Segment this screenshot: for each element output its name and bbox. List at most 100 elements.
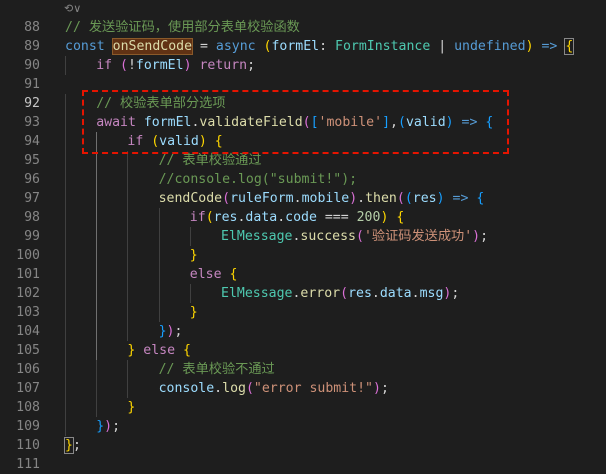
code-line[interactable]: 109}); <box>0 417 606 436</box>
code-token: { <box>396 210 405 225</box>
code-line[interactable]: 111 <box>0 455 606 474</box>
code-token: res <box>412 191 437 206</box>
line-number: 98 <box>24 210 40 225</box>
code-token: } <box>96 419 105 434</box>
code-line[interactable]: 108} <box>0 398 606 417</box>
code-token: ) <box>104 419 113 434</box>
code-line[interactable]: 107 console.log("error submit!"); <box>0 379 606 398</box>
code-token: data <box>379 286 412 301</box>
line-number: 103 <box>16 305 40 320</box>
code-text[interactable]: ElMessage.error(res.data.msg); <box>221 284 459 303</box>
code-line[interactable]: 89 const onSendCode = async (formEl: Form… <box>0 37 606 56</box>
code-token: } <box>189 305 198 320</box>
code-text[interactable]: console.log("error submit!"); <box>159 379 389 398</box>
code-text[interactable]: if(res.data.code === 200) { <box>190 208 405 227</box>
code-token: . <box>214 381 223 396</box>
code-line[interactable]: 103} <box>0 303 606 322</box>
indent-guide <box>65 246 66 265</box>
code-line[interactable]: 99 ElMessage.success('验证码发送成功'); <box>0 227 606 246</box>
line-number: 106 <box>16 362 40 377</box>
code-line[interactable]: 105} else { <box>0 341 606 360</box>
code-token: ; <box>380 381 389 396</box>
code-token: formEl <box>135 58 184 73</box>
code-text[interactable]: } <box>127 398 135 417</box>
code-token: . <box>293 191 302 206</box>
code-token: res <box>348 286 372 301</box>
code-token: // 表单校验不通过 <box>158 362 275 377</box>
code-text[interactable]: ElMessage.success('验证码发送成功'); <box>221 227 488 246</box>
indent-guide <box>158 303 160 322</box>
indent-guide <box>96 246 98 265</box>
code-line[interactable]: 98 if(res.data.code === 200) { <box>0 208 606 227</box>
line-number: 94 <box>24 134 40 149</box>
code-text[interactable]: // 发送验证码，使用部分表单校验函数 <box>65 18 300 37</box>
code-token: //console.log("submit!"); <box>158 172 358 187</box>
code-token: ; <box>112 419 121 434</box>
code-token: if <box>189 210 206 225</box>
code-token: ( <box>340 286 349 301</box>
code-token: ( <box>396 191 405 206</box>
code-text[interactable]: } <box>190 246 198 265</box>
indent-guide <box>127 208 129 227</box>
code-text[interactable]: //console.log("submit!"); <box>159 170 358 189</box>
code-line[interactable]: 106 // 表单校验不通过 <box>0 360 606 379</box>
code-text[interactable]: // 表单校验不通过 <box>159 360 275 379</box>
line-number: 93 <box>24 115 40 130</box>
line-number: 108 <box>16 400 40 415</box>
code-token: // 表单校验通过 <box>158 153 262 168</box>
code-line[interactable]: 101 else { <box>0 265 606 284</box>
indent-guide <box>65 360 66 379</box>
code-line[interactable]: 104}); <box>0 322 606 341</box>
indent-guide <box>127 379 129 398</box>
line-number: 111 <box>16 457 40 472</box>
code-token: ( <box>120 58 128 73</box>
code-token: : <box>319 39 335 54</box>
code-line[interactable]: 110}; <box>0 436 606 455</box>
code-token: ; <box>72 438 81 453</box>
line-number: 104 <box>16 324 40 339</box>
code-line[interactable]: 100} <box>0 246 606 265</box>
code-text[interactable]: }); <box>159 322 183 341</box>
code-text[interactable]: else { <box>190 265 238 284</box>
code-token: '验证码发送成功' <box>363 229 473 244</box>
line-number: 107 <box>16 381 40 396</box>
fold-indicator-icon[interactable]: ⟲∨ <box>64 2 81 15</box>
indent-guide <box>127 265 129 284</box>
code-text[interactable]: if (!formEl) return; <box>96 56 255 75</box>
code-text[interactable]: } else { <box>127 341 191 360</box>
indent-guide <box>158 265 160 284</box>
code-token: success <box>300 229 356 244</box>
code-token: then <box>365 191 397 206</box>
code-token: } <box>189 248 198 263</box>
code-token: onSendCode <box>111 38 194 55</box>
line-number: 97 <box>24 191 40 206</box>
code-token: . <box>277 210 286 225</box>
code-token: ; <box>451 286 460 301</box>
indent-guide <box>189 227 191 246</box>
code-token: . <box>357 191 366 206</box>
indent-guide <box>65 151 66 170</box>
line-number: 89 <box>24 39 40 54</box>
code-line[interactable]: 88 // 发送验证码，使用部分表单校验函数 <box>0 18 606 37</box>
code-token: log <box>222 381 246 396</box>
code-line[interactable]: 96 //console.log("submit!"); <box>0 170 606 189</box>
code-editor[interactable]: ⟲∨ 88 // 发送验证码，使用部分表单校验函数 89 const onSendCo… <box>0 0 606 472</box>
code-token: ( <box>245 381 254 396</box>
code-line[interactable]: 102 ElMessage.error(res.data.msg); <box>0 284 606 303</box>
code-text[interactable]: }); <box>96 417 120 436</box>
indent-guide <box>189 284 191 303</box>
code-token: code <box>285 210 317 225</box>
code-text[interactable]: sendCode(ruleForm.mobile).then((res) => … <box>159 189 485 208</box>
indent-guide <box>65 132 66 151</box>
code-token: => <box>541 39 558 54</box>
indent-guide <box>127 189 129 208</box>
indent-guide <box>65 379 66 398</box>
code-line[interactable]: 90 if (!formEl) return; <box>0 56 606 75</box>
code-text[interactable]: const onSendCode = async (formEl: FormIn… <box>65 37 575 56</box>
code-text[interactable]: } <box>190 303 198 322</box>
code-text[interactable]: }; <box>64 436 81 455</box>
code-token: ) <box>525 39 534 54</box>
code-line[interactable]: 97 sendCode(ruleForm.mobile).then((res) =… <box>0 189 606 208</box>
code-token: formEl <box>271 39 320 54</box>
